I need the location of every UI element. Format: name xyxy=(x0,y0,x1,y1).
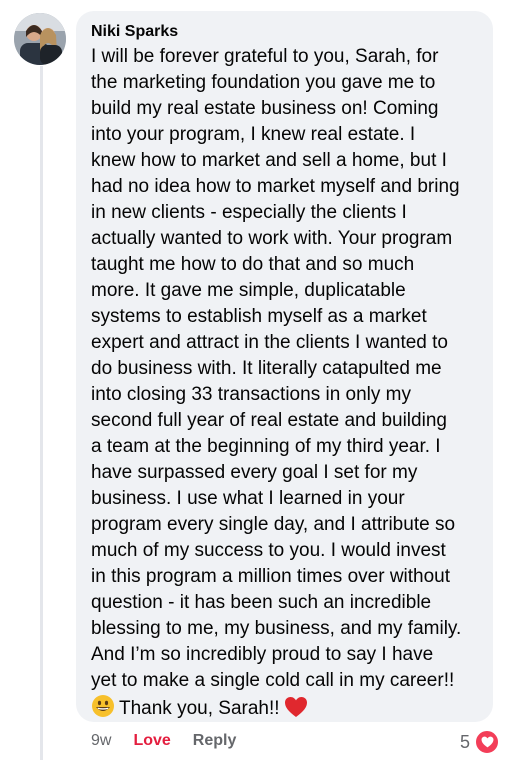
comment-text-line: into your program, I knew real estate. I xyxy=(91,124,416,145)
reply-button[interactable]: Reply xyxy=(193,732,237,750)
avatar[interactable] xyxy=(14,13,66,65)
comment-text-line: had no idea how to market myself and bri… xyxy=(91,176,460,197)
grinning-face-emoji-icon xyxy=(91,694,115,726)
comment-text-line: knew how to market and sell a home, but … xyxy=(91,150,447,171)
reaction-summary[interactable]: 5 xyxy=(460,729,501,755)
comment-text-line: build my real estate business on! Coming xyxy=(91,98,439,119)
thread-connector-line xyxy=(40,66,43,760)
reaction-count: 5 xyxy=(460,731,471,752)
comment-text-line: program every single day, and I attribut… xyxy=(91,514,456,535)
comment-text-line: in new clients - especially the clients … xyxy=(91,202,407,223)
comment-text-line: systems to establish myself as a market xyxy=(91,306,427,327)
comment-text-line: do business with. It literally catapulte… xyxy=(91,358,442,379)
comment-bubble: Niki Sparks I will be forever grateful t… xyxy=(76,11,493,722)
comment-text-line: blessing to me, my business, and my fami… xyxy=(91,618,462,639)
comment-text-line: taught me how to do that and so much xyxy=(91,254,415,275)
comment-text-line: expert and attract in the clients I want… xyxy=(91,332,448,353)
comment-text-line: have surpassed every goal I set for my xyxy=(91,462,418,483)
comment-text-line: much of my success to you. I would inves… xyxy=(91,540,446,561)
comment-last-line: Thank you, Sarah!! xyxy=(91,694,483,726)
comment-timestamp[interactable]: 9w xyxy=(91,732,111,750)
comment-text-line: yet to make a single cold call in my car… xyxy=(91,670,455,691)
comment-text-line: the marketing foundation you gave me to xyxy=(91,72,436,93)
comment-text-line: actually wanted to work with. Your progr… xyxy=(91,228,453,249)
comment-text-line: a team at the beginning of my third year… xyxy=(91,436,441,457)
comment-text-line: more. It gave me simple, duplicatable xyxy=(91,280,406,301)
comment-text-line: I will be forever grateful to you, Sarah… xyxy=(91,46,439,67)
comment-author[interactable]: Niki Sparks xyxy=(91,22,483,42)
comment-actions: 9w Love Reply xyxy=(91,730,236,752)
red-heart-emoji-icon xyxy=(284,696,308,726)
comment-text-line: in this program a million times over wit… xyxy=(91,566,451,587)
love-reaction-icon xyxy=(474,729,501,755)
comment-text: I will be forever grateful to you, Sarah… xyxy=(91,44,483,694)
comment-text-line: question - it has been such an incredibl… xyxy=(91,592,432,613)
comment-text-line: into closing 33 transactions in only my xyxy=(91,384,411,405)
comment-text-line: business. I use what I learned in your xyxy=(91,488,405,509)
comment-closing-text: Thank you, Sarah!! xyxy=(119,698,280,719)
love-button[interactable]: Love xyxy=(133,732,170,750)
comment-text-line: And I’m so incredibly proud to say I hav… xyxy=(91,644,434,665)
avatar-photo-icon xyxy=(14,13,66,65)
comment-text-line: second full year of real estate and buil… xyxy=(91,410,447,431)
